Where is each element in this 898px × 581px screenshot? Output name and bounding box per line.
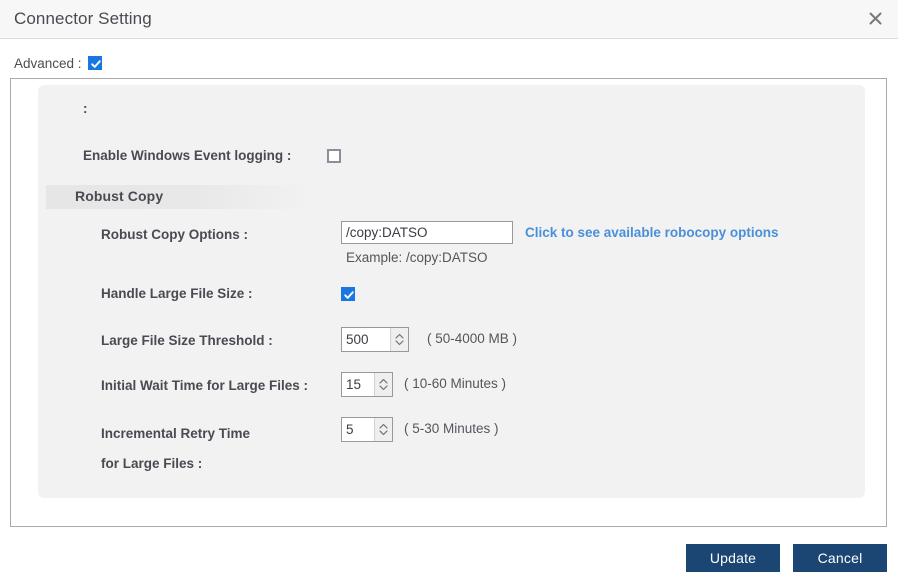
handle-large-file-size-label: Handle Large File Size : <box>101 286 253 301</box>
large-file-size-threshold-input[interactable] <box>342 328 390 351</box>
incremental-retry-time-range: ( 5-30 Minutes ) <box>404 421 499 436</box>
advanced-label: Advanced : <box>14 55 82 71</box>
handle-large-file-size-checkbox[interactable] <box>341 287 355 301</box>
orphan-label: : <box>83 101 88 116</box>
initial-wait-time-label: Initial Wait Time for Large Files : <box>101 378 309 393</box>
event-logging-row: Enable Windows Event logging : <box>83 146 341 166</box>
advanced-row: Advanced : <box>14 54 102 72</box>
robust-copy-section-title: Robust Copy <box>75 188 164 204</box>
robust-copy-options-example: Example: /copy:DATSO <box>346 250 488 265</box>
robocopy-options-link[interactable]: Click to see available robocopy options <box>525 225 779 240</box>
initial-wait-time-range: ( 10-60 Minutes ) <box>404 376 507 391</box>
update-button[interactable]: Update <box>686 544 780 572</box>
stepper-arrows-icon[interactable] <box>374 418 392 441</box>
connector-setting-dialog: Connector Setting Advanced : : Enable Wi… <box>0 0 898 581</box>
robust-copy-options-input[interactable] <box>341 221 513 244</box>
large-file-size-threshold-stepper[interactable] <box>341 327 409 352</box>
incremental-retry-time-label: Incremental Retry Time for Large Files : <box>101 426 251 471</box>
dialog-titlebar: Connector Setting <box>0 0 898 39</box>
advanced-settings-panel: : Enable Windows Event logging : Robust … <box>38 85 865 498</box>
settings-frame: : Enable Windows Event logging : Robust … <box>10 78 887 527</box>
initial-wait-time-stepper[interactable] <box>341 372 393 397</box>
advanced-checkbox[interactable] <box>87 56 102 70</box>
stepper-arrows-icon[interactable] <box>390 328 408 351</box>
dialog-footer: Update Cancel <box>0 527 898 581</box>
event-logging-checkbox-wrap <box>327 149 341 168</box>
large-file-size-threshold-range: ( 50-4000 MB ) <box>427 331 518 346</box>
dialog-title: Connector Setting <box>14 9 152 28</box>
close-icon[interactable] <box>862 7 888 31</box>
initial-wait-time-input[interactable] <box>342 373 374 396</box>
stepper-arrows-icon[interactable] <box>374 373 392 396</box>
incremental-retry-time-input[interactable] <box>342 418 374 441</box>
robust-copy-options-label: Robust Copy Options : <box>101 227 248 242</box>
incremental-retry-time-stepper[interactable] <box>341 417 393 442</box>
event-logging-checkbox[interactable] <box>327 149 341 163</box>
event-logging-label: Enable Windows Event logging : <box>83 148 292 163</box>
cancel-button[interactable]: Cancel <box>793 544 887 572</box>
large-file-size-threshold-label: Large File Size Threshold : <box>101 333 273 348</box>
